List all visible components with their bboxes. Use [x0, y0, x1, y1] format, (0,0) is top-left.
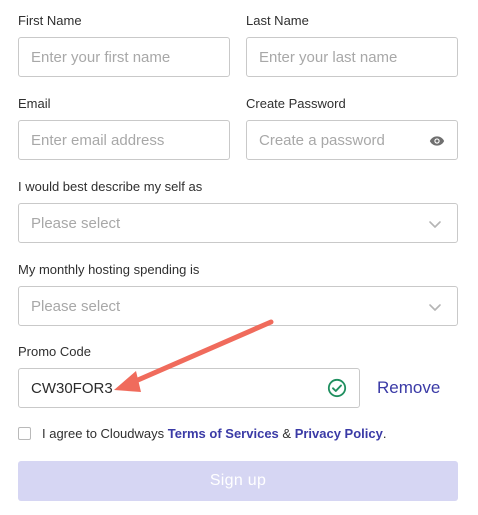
- agree-ampersand: &: [278, 426, 295, 441]
- password-input[interactable]: [247, 121, 457, 159]
- check-circle-icon: [327, 378, 347, 398]
- agree-prefix: I agree to Cloudways: [42, 426, 168, 441]
- spending-label: My monthly hosting spending is: [18, 262, 200, 277]
- spending-selected-value: Please select: [31, 298, 121, 315]
- spending-select[interactable]: Please select: [18, 286, 458, 326]
- last-name-input[interactable]: [247, 38, 457, 76]
- terms-link[interactable]: Terms of Services: [168, 426, 279, 441]
- agree-text: I agree to Cloudways Terms of Services &…: [42, 426, 386, 441]
- agree-checkbox[interactable]: [18, 427, 31, 440]
- describe-select[interactable]: Please select: [18, 203, 458, 243]
- email-field[interactable]: [18, 120, 230, 160]
- chevron-down-icon: [429, 304, 441, 311]
- remove-promo-link[interactable]: Remove: [377, 378, 440, 398]
- agree-suffix: .: [382, 426, 387, 441]
- promo-label: Promo Code: [18, 344, 91, 359]
- last-name-label: Last Name: [246, 13, 309, 28]
- first-name-input[interactable]: [19, 38, 229, 76]
- promo-code-value[interactable]: CW30FOR3: [31, 380, 113, 397]
- describe-selected-value: Please select: [31, 215, 121, 232]
- describe-label: I would best describe my self as: [18, 179, 203, 194]
- chevron-down-icon: [429, 221, 441, 228]
- privacy-link[interactable]: Privacy Policy: [295, 426, 383, 441]
- password-field[interactable]: [246, 120, 458, 160]
- eye-icon[interactable]: [429, 133, 445, 149]
- first-name-field[interactable]: [18, 37, 230, 77]
- signup-button[interactable]: Sign up: [18, 461, 458, 501]
- email-input[interactable]: [19, 121, 229, 159]
- promo-code-field[interactable]: CW30FOR3: [18, 368, 360, 408]
- email-label: Email: [18, 96, 51, 111]
- last-name-field[interactable]: [246, 37, 458, 77]
- password-label: Create Password: [246, 96, 346, 111]
- first-name-label: First Name: [18, 13, 82, 28]
